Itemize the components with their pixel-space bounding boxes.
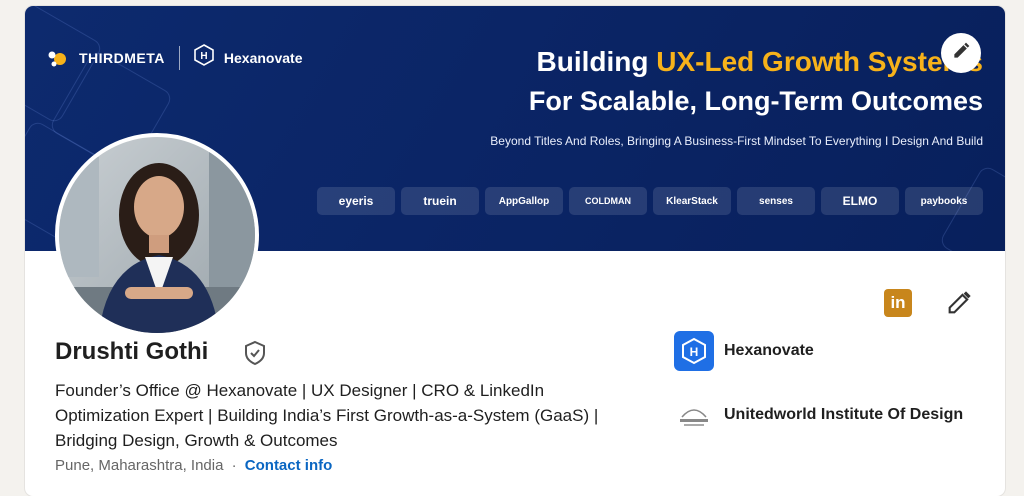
client-logo: AppGallop xyxy=(485,187,563,215)
pencil-icon xyxy=(951,41,971,66)
client-logo: eyeris xyxy=(317,187,395,215)
client-logo: ELMO xyxy=(821,187,899,215)
contact-info-link[interactable]: Contact info xyxy=(245,457,333,474)
company-name: Hexanovate xyxy=(724,342,814,359)
profile-location: Pune, Maharashtra, India xyxy=(55,457,224,474)
profile-card: THIRDMETA H Hexanovate Building UX-Led G… xyxy=(25,6,1005,496)
education-link[interactable]: Unitedworld Institute Of Design xyxy=(674,395,963,435)
unitedworld-logo-icon xyxy=(674,395,714,435)
banner-brand-row: THIRDMETA H Hexanovate xyxy=(47,44,303,71)
banner-headline-1: Building UX-Led Growth Systems xyxy=(536,46,984,77)
client-logo: truein xyxy=(401,187,479,215)
thirdmeta-logo-icon xyxy=(47,47,69,69)
client-logo: COLDMAN xyxy=(569,187,647,215)
client-logo: KlearStack xyxy=(653,187,731,215)
hexanovate-logo-icon: H xyxy=(194,44,214,71)
svg-text:H: H xyxy=(200,51,207,62)
linkedin-icon[interactable]: in xyxy=(884,289,912,317)
pencil-icon xyxy=(945,291,973,321)
client-logo: senses xyxy=(737,187,815,215)
location-separator: · xyxy=(231,457,237,474)
profile-avatar[interactable] xyxy=(55,133,259,337)
client-logo: paybooks xyxy=(905,187,983,215)
banner-headline-accent: UX-Led Growth Systems xyxy=(656,46,983,77)
verified-shield-icon[interactable] xyxy=(243,340,267,371)
edit-banner-button[interactable] xyxy=(941,33,981,73)
edit-profile-button[interactable] xyxy=(945,289,973,322)
svg-text:H: H xyxy=(690,345,699,359)
profile-name: Drushti Gothi xyxy=(55,338,209,365)
banner-tagline: Beyond Titles And Roles, Bringing A Busi… xyxy=(490,134,983,148)
current-company-link[interactable]: H Hexanovate xyxy=(674,331,814,371)
hexanovate-logo-icon: H xyxy=(674,331,714,371)
banner-headline-2: For Scalable, Long-Term Outcomes xyxy=(528,86,983,116)
school-name: Unitedworld Institute Of Design xyxy=(724,406,964,423)
hexanovate-brand: Hexanovate xyxy=(223,49,303,66)
brand-divider xyxy=(178,45,180,70)
profile-location-row: Pune, Maharashtra, India · Contact info xyxy=(55,457,332,474)
client-logo-strip: eyeris truein AppGallop COLDMAN KlearSta… xyxy=(317,187,983,215)
profile-headline: Founder’s Office @ Hexanovate | UX Desig… xyxy=(55,381,599,450)
thirdmeta-brand: THIRDMETA xyxy=(79,49,165,66)
